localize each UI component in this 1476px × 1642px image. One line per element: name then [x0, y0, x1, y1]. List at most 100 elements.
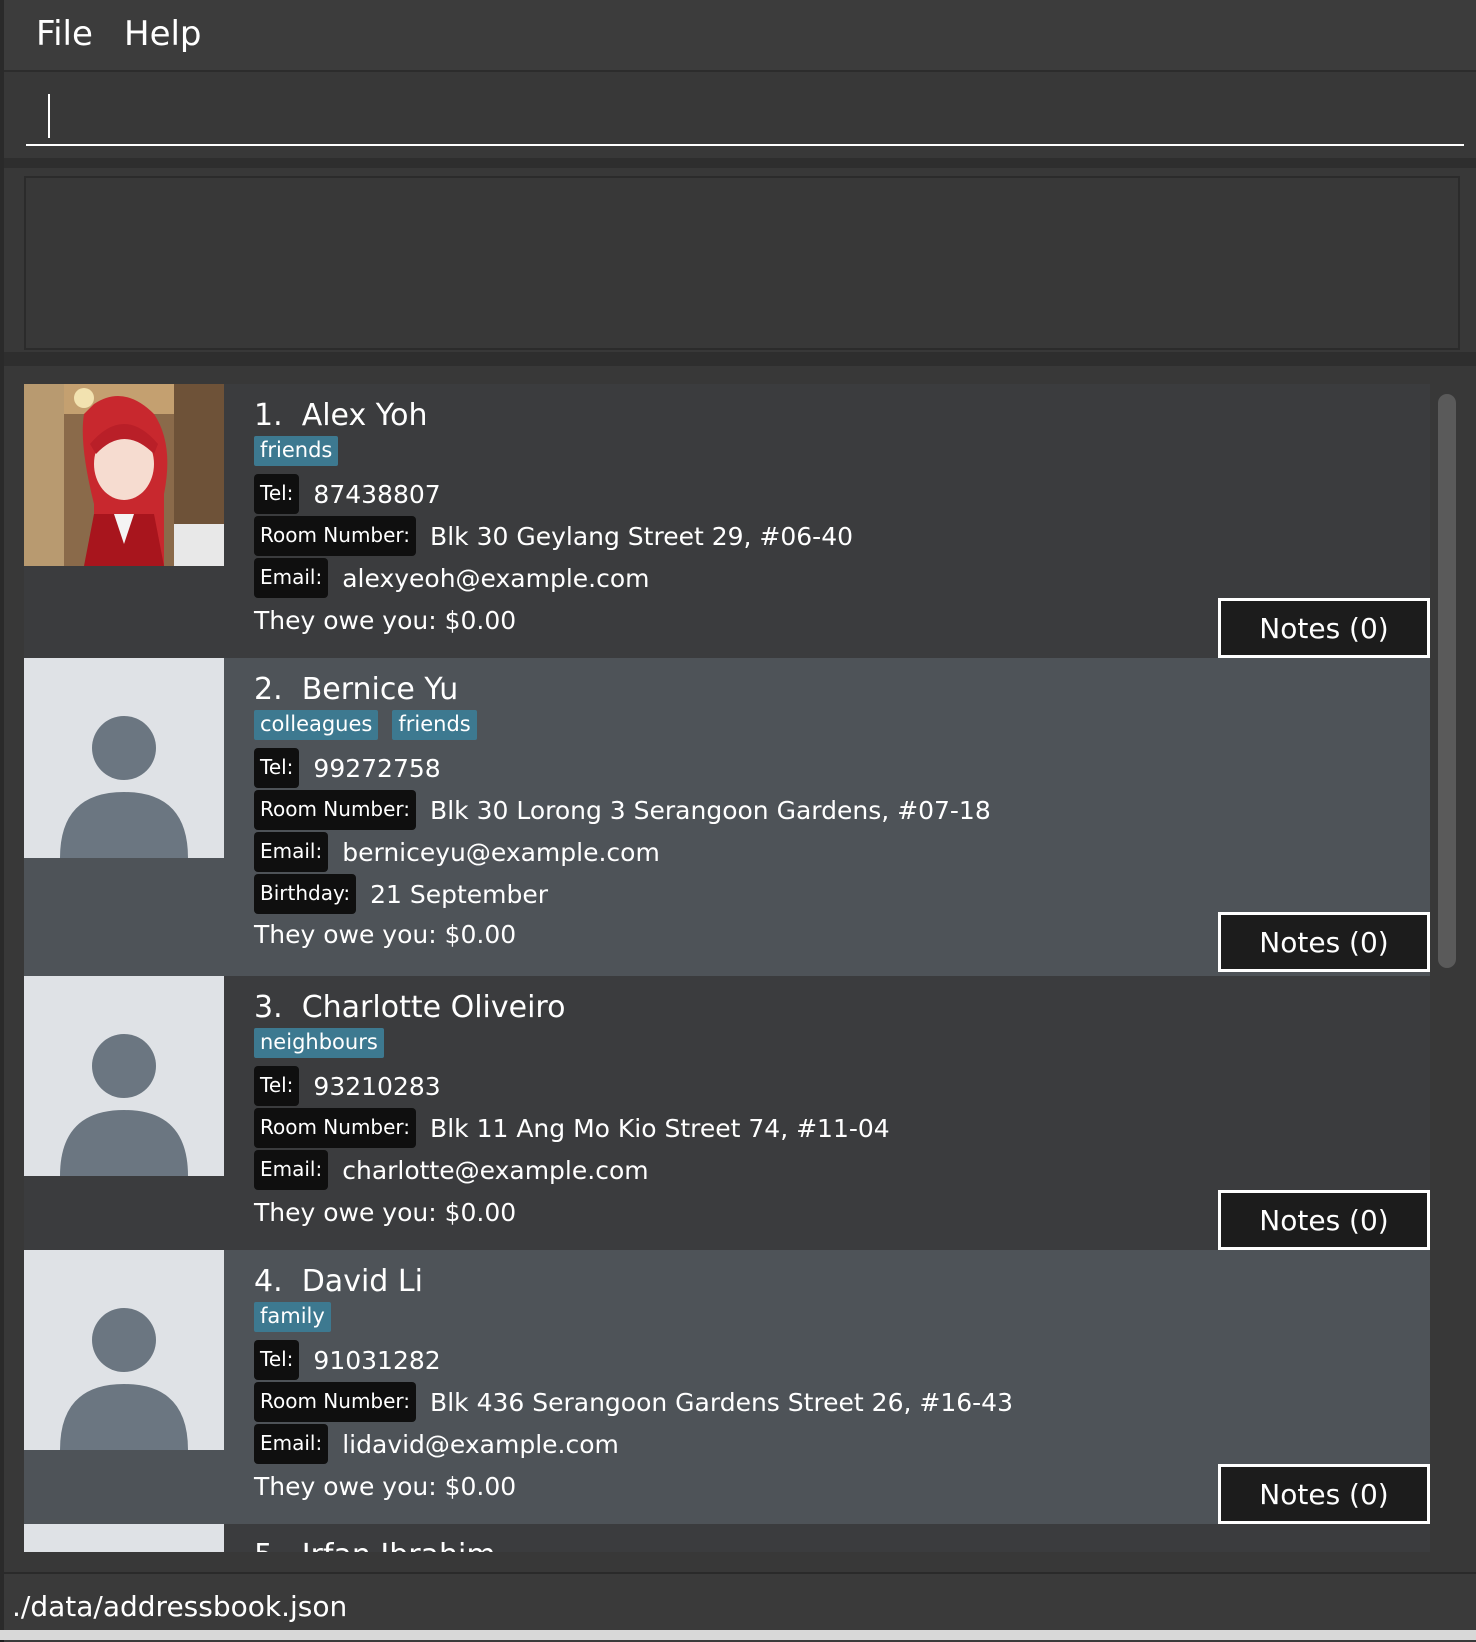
person-name-text: Alex Yoh: [301, 398, 428, 433]
person-name-text: Charlotte Oliveiro: [301, 990, 566, 1025]
person-name: 3. Charlotte Oliveiro: [254, 990, 565, 1025]
room-value: Blk 11 Ang Mo Kio Street 74, #11-04: [430, 1113, 890, 1143]
birthday-field: Birthday: 21 September: [254, 874, 548, 914]
email-field: Email: lidavid@example.com: [254, 1424, 619, 1464]
notes-button[interactable]: Notes (0): [1218, 1464, 1430, 1524]
tag-list: family: [254, 1302, 331, 1332]
tag: friends: [254, 436, 339, 466]
person-name: 5. Irfan Ibrahim: [254, 1538, 496, 1552]
person-placeholder-icon: [24, 658, 224, 858]
tel-field: Tel: 99272758: [254, 748, 441, 788]
anime-portrait-image: [24, 384, 224, 566]
command-input[interactable]: [26, 86, 1464, 146]
owe-amount: They owe you: $0.00: [254, 1198, 517, 1227]
person-name-text: Bernice Yu: [301, 672, 459, 707]
tel-field: Tel: 91031282: [254, 1340, 441, 1380]
notes-button[interactable]: Notes (0): [1218, 1190, 1430, 1250]
default-avatar: [24, 976, 224, 1176]
command-box: [4, 72, 1476, 164]
notes-button[interactable]: Notes (0): [1218, 912, 1430, 972]
email-field: Email: charlotte@example.com: [254, 1150, 649, 1190]
separator-top: [4, 158, 1476, 168]
room-label: Room Number:: [254, 1382, 417, 1422]
default-avatar: [24, 658, 224, 858]
email-field: Email: berniceyu@example.com: [254, 832, 660, 872]
person-card[interactable]: 4. David Li family Tel: 91031282 Room Nu…: [24, 1250, 1430, 1524]
person-name: 2. Bernice Yu: [254, 672, 458, 707]
email-value: berniceyu@example.com: [342, 837, 660, 867]
email-value: charlotte@example.com: [342, 1155, 649, 1185]
person-index: 3.: [254, 990, 283, 1025]
room-value: Blk 30 Geylang Street 29, #06-40: [430, 521, 854, 551]
person-name: 4. David Li: [254, 1264, 423, 1299]
default-avatar: [24, 1250, 224, 1450]
tel-value: 91031282: [313, 1345, 441, 1375]
tel-label: Tel:: [254, 1066, 300, 1106]
file-path: ./data/addressbook.json: [12, 1590, 348, 1623]
email-value: lidavid@example.com: [342, 1429, 619, 1459]
tel-label: Tel:: [254, 474, 300, 514]
room-field: Room Number: Blk 436 Serangoon Gardens S…: [254, 1382, 1013, 1422]
person-card[interactable]: 5. Irfan Ibrahim: [24, 1524, 1430, 1552]
room-value: Blk 30 Lorong 3 Serangoon Gardens, #07-1…: [430, 795, 991, 825]
email-label: Email:: [254, 832, 329, 872]
birthday-value: 21 September: [370, 879, 549, 909]
person-card[interactable]: 3. Charlotte Oliveiro neighbours Tel: 93…: [24, 976, 1430, 1250]
tag: colleagues: [254, 710, 379, 740]
notes-button[interactable]: Notes (0): [1218, 598, 1430, 658]
tel-label: Tel:: [254, 1340, 300, 1380]
person-name-text: Irfan Ibrahim: [302, 1538, 496, 1552]
window-edge: [0, 0, 4, 1640]
owe-amount: They owe you: $0.00: [254, 1472, 517, 1501]
text-caret: [48, 94, 50, 138]
person-index: 4.: [254, 1264, 283, 1299]
person-index: 1.: [254, 398, 283, 433]
tag: family: [254, 1302, 331, 1332]
person-placeholder-icon: [24, 1250, 224, 1450]
profile-photo: [24, 384, 224, 566]
person-index: 5.: [254, 1538, 283, 1552]
tel-value: 87438807: [313, 479, 441, 509]
room-value: Blk 436 Serangoon Gardens Street 26, #16…: [430, 1387, 1013, 1417]
room-label: Room Number:: [254, 1108, 417, 1148]
menu-file[interactable]: File: [36, 14, 93, 54]
menu-bar: File Help: [4, 0, 1476, 72]
person-card[interactable]: 1. Alex Yoh friends Tel: 87438807 Room N…: [24, 384, 1430, 658]
person-card[interactable]: 2. Bernice Yu colleagues friends Tel: 99…: [24, 658, 1430, 976]
default-avatar: [24, 1524, 224, 1552]
person-placeholder-icon: [24, 1524, 224, 1552]
tag: friends: [392, 710, 477, 740]
tag-list: colleagues friends: [254, 710, 477, 740]
tag: neighbours: [254, 1028, 384, 1058]
scrollbar-thumb[interactable]: [1438, 394, 1456, 968]
tel-label: Tel:: [254, 748, 300, 788]
email-value: alexyeoh@example.com: [342, 563, 650, 593]
owe-amount: They owe you: $0.00: [254, 920, 517, 949]
separator-middle: [4, 352, 1476, 366]
person-placeholder-icon: [24, 976, 224, 1176]
email-field: Email: alexyeoh@example.com: [254, 558, 650, 598]
room-field: Room Number: Blk 30 Geylang Street 29, #…: [254, 516, 853, 556]
app-window: File Help 1. Alex Yoh friends Tel: 87438…: [0, 0, 1476, 1642]
email-label: Email:: [254, 558, 329, 598]
person-name-text: David Li: [301, 1264, 423, 1299]
email-label: Email:: [254, 1150, 329, 1190]
room-label: Room Number:: [254, 516, 417, 556]
person-index: 2.: [254, 672, 283, 707]
owe-amount: They owe you: $0.00: [254, 606, 517, 635]
result-display: [24, 176, 1460, 350]
room-field: Room Number: Blk 30 Lorong 3 Serangoon G…: [254, 790, 991, 830]
tel-field: Tel: 87438807: [254, 474, 441, 514]
room-label: Room Number:: [254, 790, 417, 830]
desktop-background-strip: [0, 1630, 1476, 1640]
tel-field: Tel: 93210283: [254, 1066, 441, 1106]
person-list[interactable]: 1. Alex Yoh friends Tel: 87438807 Room N…: [24, 384, 1430, 1552]
tag-list: neighbours: [254, 1028, 384, 1058]
tag-list: friends: [254, 436, 339, 466]
tel-value: 93210283: [313, 1071, 441, 1101]
email-label: Email:: [254, 1424, 329, 1464]
menu-help[interactable]: Help: [124, 14, 202, 54]
birthday-label: Birthday:: [254, 874, 357, 914]
tel-value: 99272758: [313, 753, 441, 783]
room-field: Room Number: Blk 11 Ang Mo Kio Street 74…: [254, 1108, 890, 1148]
